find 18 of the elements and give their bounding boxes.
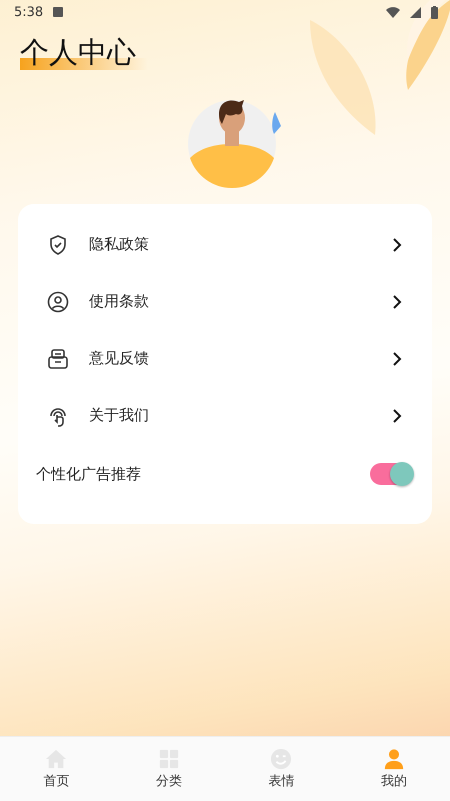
nav-tab[interactable]: 表情 xyxy=(225,737,338,801)
battery-icon xyxy=(431,6,438,18)
nav-tab[interactable]: 我的 xyxy=(338,737,450,801)
user-icon xyxy=(46,290,70,314)
nav-tab[interactable]: 首页 xyxy=(0,737,112,801)
setting-label: 个性化广告推荐 xyxy=(36,464,142,484)
menu-item[interactable]: 隐私政策 xyxy=(18,216,432,273)
toggle-switch[interactable] xyxy=(370,463,412,485)
signal-icon xyxy=(410,6,421,18)
status-time: 5:38 xyxy=(14,4,44,20)
smile-icon xyxy=(270,748,292,770)
menu-item[interactable]: 关于我们 xyxy=(18,387,432,444)
tray-icon xyxy=(46,346,70,370)
menu-item[interactable]: 意见反馈 xyxy=(18,330,432,387)
person-icon xyxy=(382,748,405,770)
menu-item[interactable]: 使用条款 xyxy=(18,273,432,330)
nav-tab[interactable]: 分类 xyxy=(112,737,225,801)
wifi-icon xyxy=(386,6,400,18)
